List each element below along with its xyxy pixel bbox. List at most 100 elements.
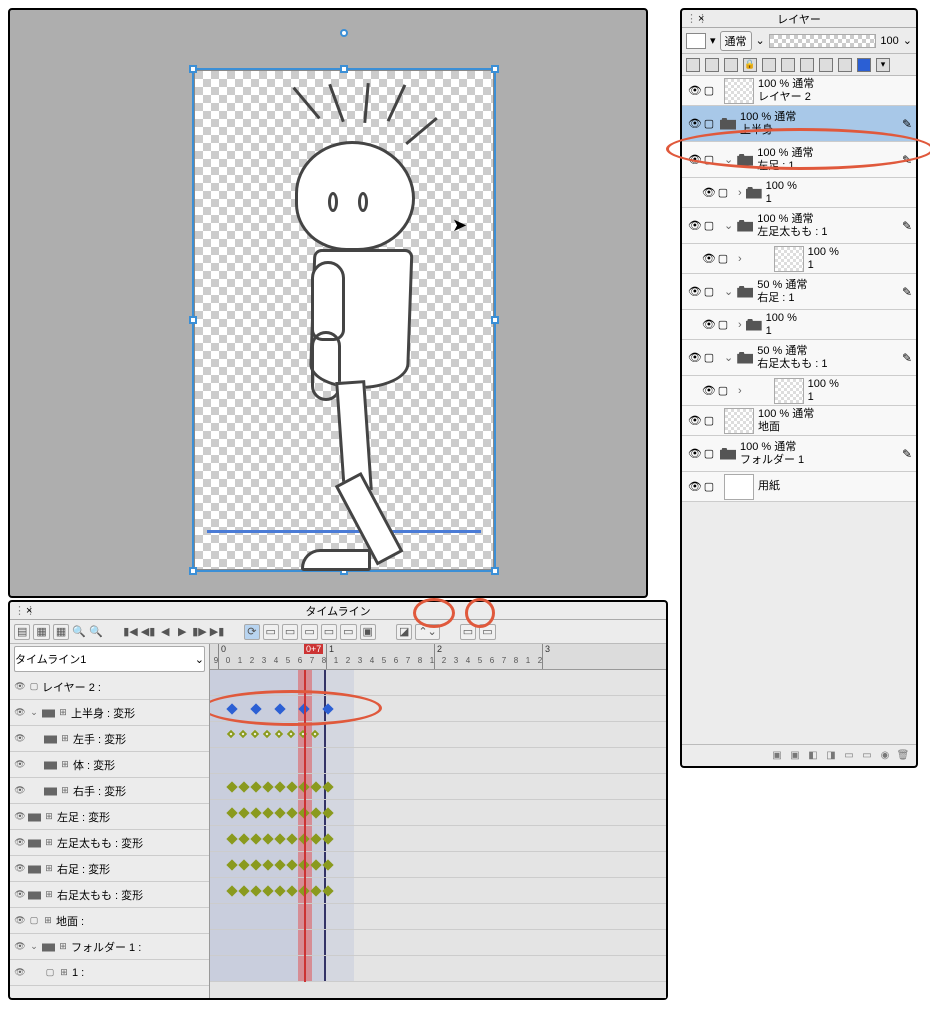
loop-icon[interactable]: ⟳	[244, 624, 259, 640]
new-timeline-icon[interactable]: ▤	[14, 624, 30, 640]
visibility-icon[interactable]: 👁	[688, 117, 702, 130]
track-row[interactable]	[210, 930, 666, 956]
checkbox-icon[interactable]: ▢	[704, 414, 714, 427]
tool-icon[interactable]: ▭	[301, 624, 317, 640]
track-row[interactable]	[210, 670, 666, 696]
plus-icon[interactable]: ⊞	[42, 915, 54, 927]
tool-icon[interactable]: ◨	[824, 749, 838, 763]
visibility-icon[interactable]: 👁	[14, 915, 26, 927]
transform-handle[interactable]	[189, 65, 197, 73]
track-row[interactable]	[210, 826, 666, 852]
visibility-icon[interactable]: 👁	[688, 480, 702, 493]
tool-icon[interactable]	[724, 58, 738, 72]
stepper-icon[interactable]: ⌃⌄	[415, 624, 439, 640]
layer-row[interactable]: 👁▢⌄100 % 通常左足 : 1✎	[682, 142, 916, 178]
tool-icon[interactable]: ▭	[479, 624, 495, 640]
tool-icon[interactable]	[705, 58, 719, 72]
close-icon[interactable]: ×	[698, 13, 704, 25]
layer-row[interactable]: 👁▢›100 %1	[682, 376, 916, 406]
tool-icon[interactable]: ▭	[860, 749, 874, 763]
track-label-row[interactable]: 👁▢⊞1 :	[10, 960, 209, 986]
zoom-out-icon[interactable]: 🔍	[89, 624, 103, 640]
visibility-icon[interactable]: 👁	[14, 681, 26, 693]
grip-icon[interactable]: ⋮⋮	[686, 12, 708, 25]
transform-handle[interactable]	[491, 316, 499, 324]
canvas-panel[interactable]: ➤	[8, 8, 648, 598]
plus-icon[interactable]: ⊞	[43, 863, 55, 875]
layer-row[interactable]: 👁▢⌄50 % 通常右足 : 1✎	[682, 274, 916, 310]
dropdown-icon[interactable]: ▾	[710, 34, 716, 47]
first-frame-icon[interactable]: ▮◀	[123, 624, 138, 640]
track-row[interactable]	[210, 878, 666, 904]
transform-handle[interactable]	[491, 65, 499, 73]
track-row[interactable]	[210, 800, 666, 826]
disclosure-icon[interactable]: ›	[738, 253, 742, 265]
visibility-icon[interactable]: 👁	[14, 811, 26, 823]
next-frame-icon[interactable]: ▮▶	[192, 624, 207, 640]
track-label-row[interactable]: 👁⊞右足太もも : 変形	[10, 882, 209, 908]
layer-row[interactable]: 👁▢›100 %1	[682, 244, 916, 274]
transform-handle[interactable]	[189, 567, 197, 575]
layer-row[interactable]: 👁▢⌄100 % 通常左足太もも : 1✎	[682, 208, 916, 244]
disclosure-icon[interactable]: ›	[738, 187, 742, 199]
tool-icon[interactable]	[857, 58, 871, 72]
opacity-slider[interactable]	[769, 34, 877, 48]
tool-icon[interactable]: ▭	[321, 624, 337, 640]
track-label-row[interactable]: 👁⌄⊞フォルダー 1 :	[10, 934, 209, 960]
disclosure-icon[interactable]: ⌄	[724, 219, 733, 232]
artboard[interactable]	[194, 70, 494, 570]
tool-icon[interactable]	[819, 58, 833, 72]
disclosure-icon[interactable]: ⌄	[724, 351, 733, 364]
stepper-icon[interactable]: ⌄	[756, 34, 765, 47]
track-label-row[interactable]: 👁⊞左手 : 変形	[10, 726, 209, 752]
layer-row[interactable]: 👁▢⌄50 % 通常右足太もも : 1✎	[682, 340, 916, 376]
track-row[interactable]	[210, 696, 666, 722]
visibility-icon[interactable]: 👁	[14, 889, 26, 901]
dropdown-icon[interactable]: ▾	[876, 58, 890, 72]
tool-icon[interactable]: ▣	[360, 624, 376, 640]
checkbox-icon[interactable]: ▢	[704, 351, 714, 364]
plus-icon[interactable]: ⊞	[43, 837, 55, 849]
track-row[interactable]	[210, 956, 666, 982]
track-label-row[interactable]: 👁⊞左足太もも : 変形	[10, 830, 209, 856]
visibility-icon[interactable]: 👁	[688, 414, 702, 427]
plus-icon[interactable]: ⊞	[43, 889, 55, 901]
trash-icon[interactable]: 🗑	[896, 749, 910, 763]
track-row[interactable]	[210, 852, 666, 878]
tool-icon[interactable]: ◧	[806, 749, 820, 763]
checkbox-icon[interactable]: ▢	[718, 252, 728, 265]
checkbox-icon[interactable]: ▢	[704, 285, 714, 298]
tool-icon[interactable]: ▭	[460, 624, 476, 640]
plus-icon[interactable]: ⊞	[59, 785, 71, 797]
close-icon[interactable]: ×	[26, 605, 32, 617]
plus-icon[interactable]: ⊞	[59, 733, 71, 745]
disclosure-icon[interactable]: ⌄	[724, 285, 733, 298]
checkbox-icon[interactable]: ▢	[704, 84, 714, 97]
tool-icon[interactable]	[800, 58, 814, 72]
track-label-row[interactable]: 👁▢レイヤー 2 :	[10, 674, 209, 700]
tool-icon[interactable]	[781, 58, 795, 72]
disclosure-icon[interactable]: ›	[738, 385, 742, 397]
visibility-icon[interactable]: 👁	[688, 447, 702, 460]
layer-row[interactable]: 👁▢100 % 通常レイヤー 2	[682, 76, 916, 106]
checkbox-icon[interactable]: ▢	[704, 219, 714, 232]
visibility-icon[interactable]: 👁	[14, 941, 26, 953]
track-label-row[interactable]: 👁⊞左足 : 変形	[10, 804, 209, 830]
layer-row[interactable]: 👁▢100 % 通常フォルダー 1✎	[682, 436, 916, 472]
tool-icon[interactable]	[686, 58, 700, 72]
tool-icon[interactable]: ▭	[263, 624, 279, 640]
timeline-track-area[interactable]: 0+7 01239012345678123456781234567812	[210, 644, 666, 998]
checkbox-icon[interactable]: ▢	[718, 384, 728, 397]
checkbox-icon[interactable]: ▢	[704, 447, 714, 460]
transform-handle[interactable]	[491, 567, 499, 575]
disclosure-icon[interactable]: ⌄	[28, 707, 40, 719]
visibility-icon[interactable]: 👁	[14, 759, 26, 771]
layer-list[interactable]: 👁▢100 % 通常レイヤー 2👁▢100 % 通常上半身✎👁▢⌄100 % 通…	[682, 76, 916, 744]
visibility-icon[interactable]: 👁	[688, 84, 702, 97]
visibility-icon[interactable]: 👁	[14, 967, 26, 979]
checkbox-icon[interactable]: ▢	[718, 186, 728, 199]
stepper-icon[interactable]: ⌄	[903, 34, 912, 47]
visibility-icon[interactable]: 👁	[14, 733, 26, 745]
layer-row[interactable]: 👁▢›100 %1	[682, 178, 916, 208]
checkbox-icon[interactable]: ▢	[718, 318, 728, 331]
